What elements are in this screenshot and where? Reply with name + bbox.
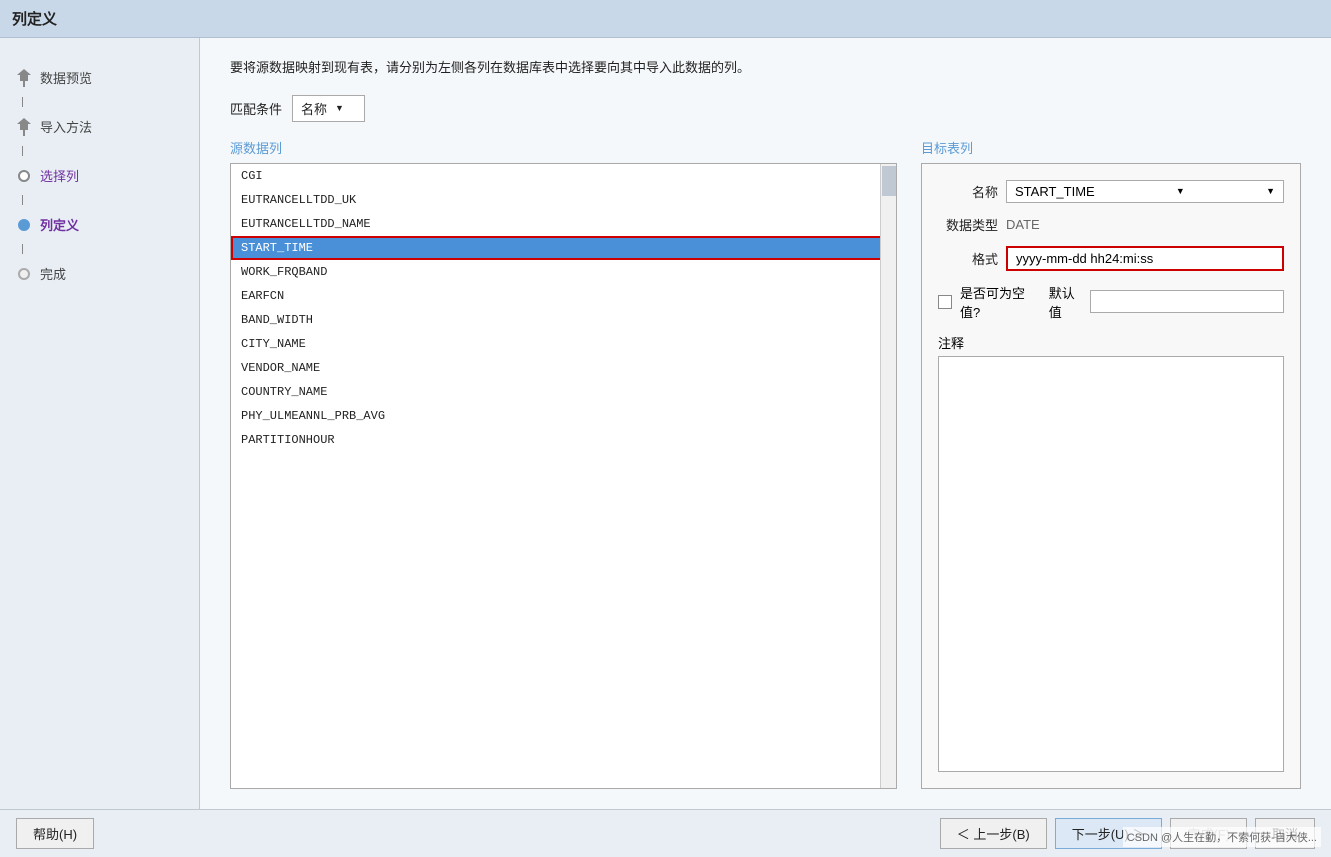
format-row: 格式 <box>938 246 1284 271</box>
list-item[interactable]: EUTRANCELLTDD_NAME <box>231 212 896 236</box>
notes-section: 注释 <box>938 333 1284 772</box>
datatype-value: DATE <box>1006 217 1040 232</box>
list-item[interactable]: CITY_NAME <box>231 332 896 356</box>
sidebar: 数据预览 导入方法 选择列 <box>0 38 200 809</box>
window: 列定义 数据预览 <box>0 0 1331 857</box>
connector-4 <box>22 244 23 254</box>
list-item[interactable]: WORK_FRQBAND <box>231 260 896 284</box>
help-button[interactable]: 帮助(H) <box>16 818 94 849</box>
list-item[interactable]: EARFCN <box>231 284 896 308</box>
datatype-label: 数据类型 <box>938 215 998 234</box>
prev-button[interactable]: ＜ 上一步(B) <box>940 818 1047 849</box>
source-list-box[interactable]: CGI EUTRANCELLTDD_UK EUTRANCELLTDD_NAME … <box>230 163 897 789</box>
format-label: 格式 <box>938 249 998 268</box>
name-row: 名称 START_TIME ▼ <box>938 180 1284 203</box>
source-section: 源数据列 CGI EUTRANCELLTDD_UK EUTRANCELLTDD_… <box>230 138 897 789</box>
target-form: 名称 START_TIME ▼ 数据类型 DATE <box>921 163 1301 789</box>
sidebar-label-import-method: 导入方法 <box>40 117 92 136</box>
sidebar-item-column-definition[interactable]: 列定义 <box>0 205 199 244</box>
list-item[interactable]: CGI <box>231 164 896 188</box>
sidebar-label-select-columns: 选择列 <box>40 166 79 185</box>
nullable-checkbox[interactable] <box>938 295 952 309</box>
sidebar-item-finish[interactable]: 完成 <box>0 254 199 293</box>
sidebar-item-import-method[interactable]: 导入方法 <box>0 107 199 146</box>
list-item[interactable]: EUTRANCELLTDD_UK <box>231 188 896 212</box>
bottom-left: 帮助(H) <box>16 818 94 849</box>
main-content: 要将源数据映射到现有表，请分别为左侧各列在数据库表中选择要向其中导入此数据的列。… <box>200 38 1331 809</box>
sidebar-label-column-definition: 列定义 <box>40 215 79 234</box>
sidebar-label-data-preview: 数据预览 <box>40 68 92 87</box>
nullable-label: 是否可为空值? <box>960 283 1033 321</box>
list-item[interactable]: PARTITIONHOUR <box>231 428 896 452</box>
target-section-title: 目标表列 <box>921 138 1301 157</box>
name-value: START_TIME <box>1015 184 1095 199</box>
columns-area: 源数据列 CGI EUTRANCELLTDD_UK EUTRANCELLTDD_… <box>230 138 1301 789</box>
pin-icon-1 <box>16 70 32 86</box>
content-area: 数据预览 导入方法 选择列 <box>0 38 1331 809</box>
list-item[interactable]: BAND_WIDTH <box>231 308 896 332</box>
circle-icon-5 <box>16 266 32 282</box>
connector-2 <box>22 146 23 156</box>
match-condition-dropdown[interactable]: 名称 <box>292 95 365 122</box>
nullable-row: 是否可为空值? 默认值 <box>938 283 1284 321</box>
list-item[interactable]: COUNTRY_NAME <box>231 380 896 404</box>
target-section: 目标表列 名称 START_TIME ▼ 数据类型 <box>921 138 1301 789</box>
name-dropdown[interactable]: START_TIME ▼ <box>1006 180 1284 203</box>
pin-icon-2 <box>16 119 32 135</box>
title-bar: 列定义 <box>0 0 1331 38</box>
match-condition-value: 名称 <box>301 99 327 118</box>
format-input[interactable] <box>1006 246 1284 271</box>
circle-icon-4 <box>16 217 32 233</box>
sidebar-item-select-columns[interactable]: 选择列 <box>0 156 199 195</box>
connector-3 <box>22 195 23 205</box>
list-item[interactable]: VENDOR_NAME <box>231 356 896 380</box>
notes-label: 注释 <box>938 333 1284 352</box>
dropdown-arrow: ▼ <box>1176 186 1185 196</box>
notes-textarea[interactable] <box>938 356 1284 772</box>
source-section-title: 源数据列 <box>230 138 897 157</box>
circle-icon-3 <box>16 168 32 184</box>
match-condition-row: 匹配条件 名称 <box>230 95 1301 122</box>
default-input[interactable] <box>1090 290 1284 313</box>
scroll-thumb[interactable] <box>882 166 896 196</box>
connector-1 <box>22 97 23 107</box>
list-item[interactable]: PHY_ULMEANNL_PRB_AVG <box>231 404 896 428</box>
watermark: CSDN @人生在勤，不索何获-自大侠... <box>1123 827 1321 847</box>
default-label: 默认值 <box>1049 283 1082 321</box>
sidebar-label-finish: 完成 <box>40 264 66 283</box>
list-scrollbar[interactable] <box>880 164 896 788</box>
description-text: 要将源数据映射到现有表，请分别为左侧各列在数据库表中选择要向其中导入此数据的列。 <box>230 58 1301 79</box>
datatype-row: 数据类型 DATE <box>938 215 1284 234</box>
list-item-start-time[interactable]: START_TIME <box>231 236 896 260</box>
name-label: 名称 <box>938 182 998 201</box>
sidebar-item-data-preview[interactable]: 数据预览 <box>0 58 199 97</box>
match-condition-label: 匹配条件 <box>230 99 282 118</box>
window-title: 列定义 <box>12 11 57 28</box>
